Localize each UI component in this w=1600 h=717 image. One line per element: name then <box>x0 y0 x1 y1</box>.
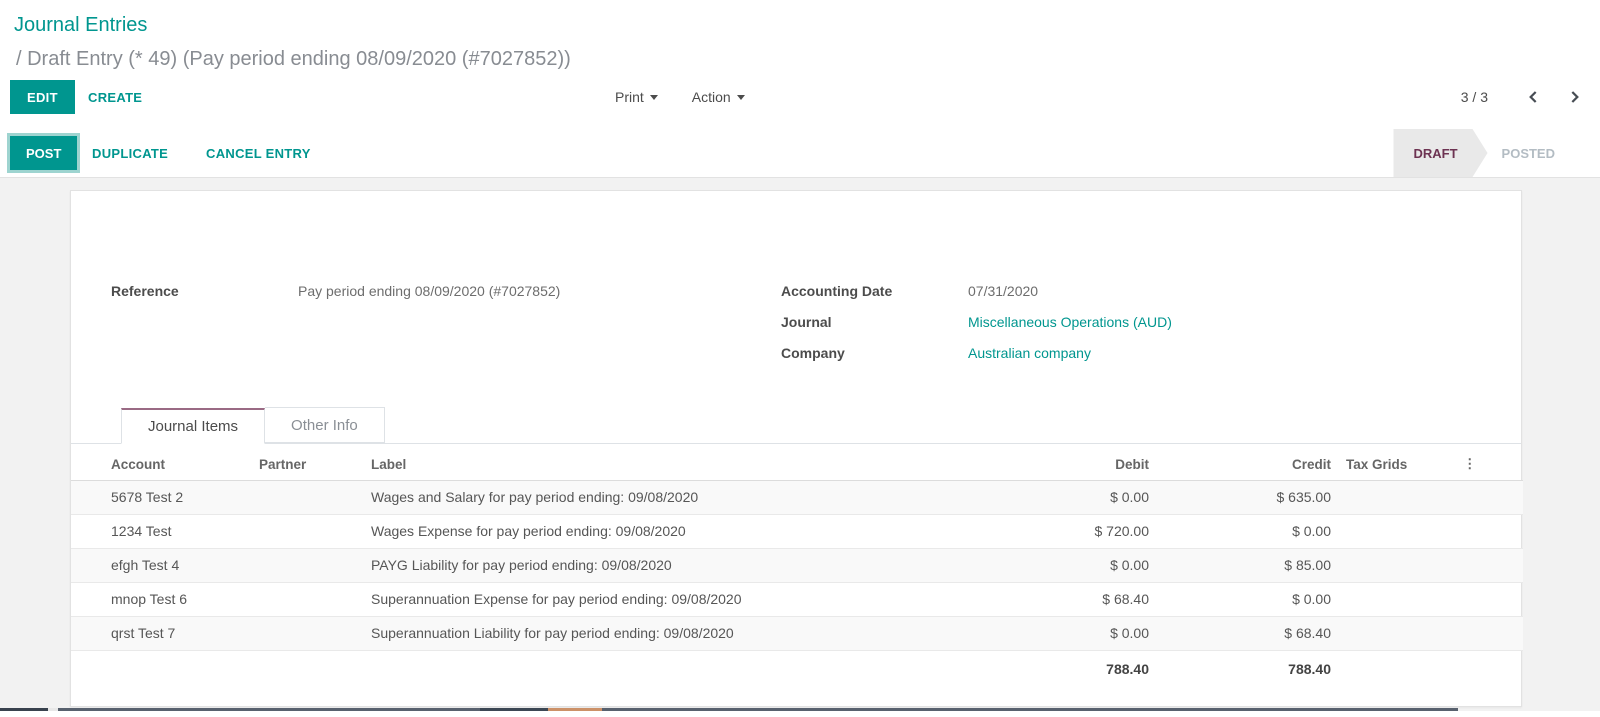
breadcrumb-current: / Draft Entry (* 49) (Pay period ending … <box>14 46 1584 72</box>
table-row[interactable]: efgh Test 4 PAYG Liability for pay perio… <box>71 548 1523 582</box>
column-header-credit[interactable]: Credit <box>1149 449 1331 480</box>
create-button[interactable]: CREATE <box>88 80 142 114</box>
journal-label: Journal <box>781 314 968 330</box>
optional-columns-button[interactable]: ⋮ <box>1463 449 1523 480</box>
cell-debit[interactable]: $ 68.40 <box>1029 582 1149 616</box>
cell-tax-grids[interactable] <box>1331 480 1463 514</box>
column-header-partner[interactable]: Partner <box>259 449 371 480</box>
cell-partner[interactable] <box>259 514 371 548</box>
notebook-tabs: Journal Items Other Info <box>71 407 1521 444</box>
cell-label[interactable]: Superannuation Expense for pay period en… <box>371 582 1029 616</box>
control-panel: EDIT CREATE Print Action 3 / 3 <box>0 72 1600 129</box>
form-view: Reference Pay period ending 08/09/2020 (… <box>0 178 1600 711</box>
column-header-debit[interactable]: Debit <box>1029 449 1149 480</box>
cell-credit[interactable]: $ 635.00 <box>1149 480 1331 514</box>
chevron-right-icon <box>1567 93 1582 108</box>
state-draft[interactable]: DRAFT <box>1393 129 1487 177</box>
column-header-account[interactable]: Account <box>71 449 259 480</box>
cell-tax-grids[interactable] <box>1331 514 1463 548</box>
cell-account[interactable]: qrst Test 7 <box>71 616 259 650</box>
cell-debit[interactable]: $ 0.00 <box>1029 548 1149 582</box>
caret-down-icon <box>737 95 745 100</box>
cell-credit[interactable]: $ 0.00 <box>1149 514 1331 548</box>
company-label: Company <box>781 345 968 361</box>
vertical-ellipsis-icon: ⋮ <box>1463 456 1477 471</box>
print-dropdown[interactable]: Print <box>615 89 658 105</box>
journal-items-table: Account Partner Label Debit Credit Tax G… <box>71 449 1523 687</box>
cell-label[interactable]: Wages Expense for pay period ending: 09/… <box>371 514 1029 548</box>
table-row[interactable]: qrst Test 7 Superannuation Liability for… <box>71 616 1523 650</box>
cell-label[interactable]: PAYG Liability for pay period ending: 09… <box>371 548 1029 582</box>
table-row[interactable]: 1234 Test Wages Expense for pay period e… <box>71 514 1523 548</box>
cell-partner[interactable] <box>259 548 371 582</box>
print-dropdown-label: Print <box>615 89 644 105</box>
state-widget: DRAFT POSTED <box>1393 129 1600 177</box>
cancel-entry-button[interactable]: CANCEL ENTRY <box>206 136 311 170</box>
record-pager: 3 / 3 <box>1461 80 1584 114</box>
totals-row: 788.40 788.40 <box>71 650 1523 687</box>
cell-label[interactable]: Wages and Salary for pay period ending: … <box>371 480 1029 514</box>
cell-tax-grids[interactable] <box>1331 582 1463 616</box>
cell-partner[interactable] <box>259 480 371 514</box>
action-dropdown-label: Action <box>692 89 731 105</box>
table-row[interactable]: 5678 Test 2 Wages and Salary for pay per… <box>71 480 1523 514</box>
accounting-date-label: Accounting Date <box>781 283 968 299</box>
bottom-edge-strip <box>0 708 1600 711</box>
cell-debit[interactable]: $ 720.00 <box>1029 514 1149 548</box>
cell-partner[interactable] <box>259 582 371 616</box>
statusbar: POST DUPLICATE CANCEL ENTRY DRAFT POSTED <box>0 129 1600 178</box>
tab-other-info[interactable]: Other Info <box>265 407 385 443</box>
column-header-label[interactable]: Label <box>371 449 1029 480</box>
cell-account[interactable]: mnop Test 6 <box>71 582 259 616</box>
pager-next-button[interactable] <box>1565 87 1584 107</box>
tab-journal-items[interactable]: Journal Items <box>121 408 265 444</box>
duplicate-button[interactable]: DUPLICATE <box>92 136 168 170</box>
cell-credit[interactable]: $ 85.00 <box>1149 548 1331 582</box>
chevron-left-icon <box>1526 93 1541 108</box>
breadcrumb: Journal Entries / Draft Entry (* 49) (Pa… <box>0 0 1600 72</box>
reference-value[interactable]: Pay period ending 08/09/2020 (#7027852) <box>298 283 560 299</box>
form-sheet: Reference Pay period ending 08/09/2020 (… <box>70 190 1522 707</box>
pager-previous-button[interactable] <box>1524 87 1543 107</box>
cell-account[interactable]: efgh Test 4 <box>71 548 259 582</box>
edit-button[interactable]: EDIT <box>10 80 75 114</box>
cell-account[interactable]: 1234 Test <box>71 514 259 548</box>
total-debit: 788.40 <box>1029 650 1149 687</box>
table-row[interactable]: mnop Test 6 Superannuation Expense for p… <box>71 582 1523 616</box>
post-button[interactable]: POST <box>10 136 77 170</box>
cell-label[interactable]: Superannuation Liability for pay period … <box>371 616 1029 650</box>
cell-partner[interactable] <box>259 616 371 650</box>
reference-label: Reference <box>111 283 298 299</box>
table-header-row: Account Partner Label Debit Credit Tax G… <box>71 449 1523 480</box>
company-value-link[interactable]: Australian company <box>968 345 1091 361</box>
accounting-date-value[interactable]: 07/31/2020 <box>968 283 1038 299</box>
column-header-tax-grids[interactable]: Tax Grids <box>1331 449 1463 480</box>
action-dropdown[interactable]: Action <box>692 89 745 105</box>
cell-tax-grids[interactable] <box>1331 616 1463 650</box>
cell-account[interactable]: 5678 Test 2 <box>71 480 259 514</box>
cell-credit[interactable]: $ 68.40 <box>1149 616 1331 650</box>
cell-tax-grids[interactable] <box>1331 548 1463 582</box>
cell-debit[interactable]: $ 0.00 <box>1029 480 1149 514</box>
cell-credit[interactable]: $ 0.00 <box>1149 582 1331 616</box>
total-credit: 788.40 <box>1149 650 1331 687</box>
caret-down-icon <box>650 95 658 100</box>
journal-value-link[interactable]: Miscellaneous Operations (AUD) <box>968 314 1172 330</box>
breadcrumb-parent-link[interactable]: Journal Entries <box>14 12 1584 38</box>
state-posted[interactable]: POSTED <box>1488 129 1600 177</box>
cell-debit[interactable]: $ 0.00 <box>1029 616 1149 650</box>
pager-counter: 3 / 3 <box>1461 89 1488 105</box>
